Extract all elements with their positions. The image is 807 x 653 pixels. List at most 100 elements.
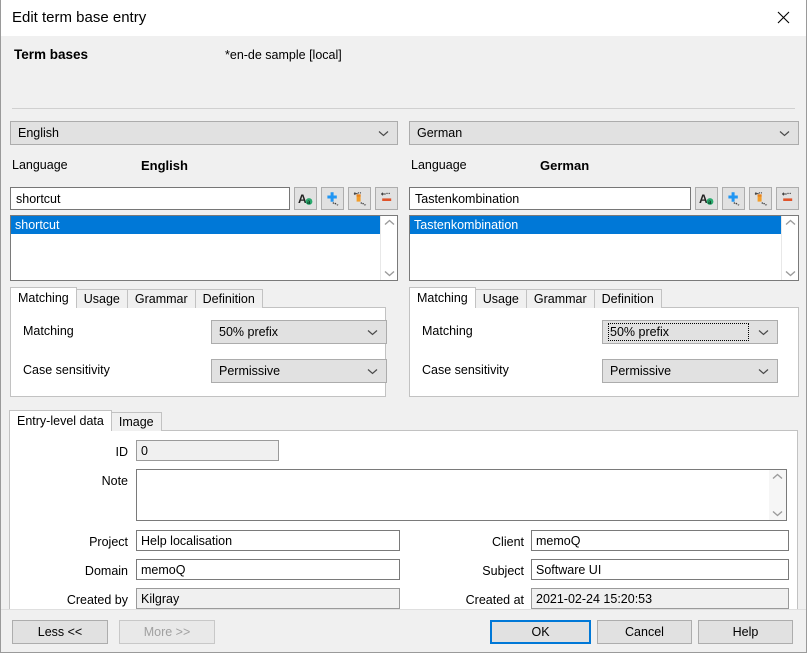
subject-field[interactable]: Software UI (531, 559, 789, 580)
target-add-term-button[interactable] (722, 187, 745, 210)
created-by-field: Kilgray (136, 588, 400, 609)
target-language-select[interactable]: German (409, 121, 799, 145)
more-button[interactable]: More >> (119, 620, 215, 644)
target-language-select-value: German (417, 126, 463, 140)
delete-term-icon (381, 192, 392, 201)
source-term-list[interactable]: shortcut (10, 215, 398, 281)
note-field[interactable] (136, 469, 787, 521)
scroll-down-icon[interactable] (785, 270, 796, 277)
font-formatting-icon: A a (298, 192, 313, 206)
target-font-formatting-button[interactable]: A a (695, 187, 718, 210)
scroll-up-icon[interactable] (785, 219, 796, 226)
domain-label: Domain (84, 564, 128, 578)
client-field[interactable]: memoQ (531, 530, 789, 551)
cancel-button[interactable]: Cancel (597, 620, 692, 644)
source-delete-term-button[interactable] (375, 187, 398, 210)
project-field[interactable]: Help localisation (136, 530, 400, 551)
target-case-sensitivity-label: Case sensitivity (422, 363, 509, 377)
domain-field[interactable]: memoQ (136, 559, 400, 580)
scroll-up-icon[interactable] (384, 219, 395, 226)
target-case-sensitivity-value: Permissive (610, 364, 672, 378)
dialog-body: Term bases *en-de sample [local] English… (1, 36, 806, 646)
target-insert-term-button[interactable] (749, 187, 772, 210)
client-label: Client (492, 535, 524, 549)
tab-image[interactable]: Image (110, 412, 162, 431)
source-term-input[interactable]: shortcut (10, 187, 290, 210)
target-matching-label: Matching (422, 324, 473, 338)
help-button[interactable]: Help (698, 620, 793, 644)
source-case-sensitivity-value: Permissive (219, 364, 281, 378)
target-tab-grammar[interactable]: Grammar (525, 289, 595, 308)
note-label: Note (101, 474, 128, 488)
subject-label: Subject (482, 564, 524, 578)
target-tab-definition[interactable]: Definition (593, 289, 662, 308)
insert-term-icon (754, 192, 768, 206)
svg-text:A: A (699, 192, 708, 206)
source-language-select[interactable]: English (10, 121, 398, 145)
target-delete-term-button[interactable] (776, 187, 799, 210)
source-language-pane: English Language English shortcut A a sh… (10, 121, 398, 397)
scroll-down-icon[interactable] (772, 510, 783, 517)
created-by-label: Created by (66, 593, 128, 607)
source-term-list-scrollbar[interactable] (380, 216, 397, 280)
source-case-sensitivity-label: Case sensitivity (23, 363, 110, 377)
source-case-sensitivity-select[interactable]: Permissive (211, 359, 387, 383)
chevron-down-icon (367, 325, 378, 339)
chevron-down-icon (378, 126, 389, 140)
list-item[interactable]: shortcut (11, 216, 380, 234)
created-at-label: Created at (465, 593, 524, 607)
header-divider (12, 108, 795, 109)
target-term-list-scrollbar[interactable] (781, 216, 798, 280)
less-button[interactable]: Less << (12, 620, 108, 644)
font-formatting-icon: A a (699, 192, 714, 206)
scroll-down-icon[interactable] (384, 270, 395, 277)
add-term-icon (327, 192, 339, 206)
source-tab-strip: Matching Usage Grammar Definition (10, 287, 398, 308)
target-matching-value: 50% prefix (608, 323, 749, 341)
target-case-sensitivity-select[interactable]: Permissive (602, 359, 778, 383)
term-bases-label: Term bases (14, 47, 89, 62)
list-item[interactable]: Tastenkombination (410, 216, 781, 234)
source-add-term-button[interactable] (321, 187, 344, 210)
source-tab-usage[interactable]: Usage (75, 289, 128, 308)
edit-term-base-entry-dialog: Edit term base entry Term bases *en-de s… (0, 0, 807, 653)
source-insert-term-button[interactable] (348, 187, 371, 210)
source-matching-select[interactable]: 50% prefix (211, 320, 387, 344)
target-term-list-items: Tastenkombination (410, 216, 781, 280)
source-language-label: Language (12, 158, 68, 172)
source-term-row: shortcut A a (10, 187, 398, 210)
target-term-list[interactable]: Tastenkombination (409, 215, 799, 281)
target-tab-matching[interactable]: Matching (409, 287, 476, 308)
ok-button[interactable]: OK (490, 620, 591, 644)
svg-text:A: A (298, 192, 307, 206)
note-text[interactable] (137, 470, 769, 520)
target-language-row: Language German (409, 158, 799, 176)
target-language-label: Language (411, 158, 467, 172)
target-language-pane: German Language German Tastenkombination… (409, 121, 799, 397)
source-tab-matching[interactable]: Matching (10, 287, 77, 308)
close-button[interactable] (760, 0, 806, 35)
title-bar: Edit term base entry (1, 0, 806, 36)
target-matching-select[interactable]: 50% prefix (602, 320, 778, 344)
entry-tab-strip: Entry-level data Image (9, 410, 162, 431)
target-matching-row: Matching 50% prefix (422, 320, 788, 344)
scroll-up-icon[interactable] (772, 473, 783, 480)
id-label: ID (115, 445, 129, 459)
source-tab-grammar[interactable]: Grammar (126, 289, 196, 308)
project-label: Project (89, 535, 128, 549)
target-term-input[interactable]: Tastenkombination (409, 187, 691, 210)
tab-entry-level-data[interactable]: Entry-level data (9, 410, 112, 431)
id-field: 0 (136, 440, 279, 461)
source-tab-definition[interactable]: Definition (194, 289, 263, 308)
target-tab-usage[interactable]: Usage (474, 289, 527, 308)
target-matching-panel: Matching 50% prefix Case sensitivity Per… (409, 307, 799, 397)
target-case-sensitivity-row: Case sensitivity Permissive (422, 359, 788, 383)
target-tab-strip: Matching Usage Grammar Definition (409, 287, 799, 308)
note-scrollbar[interactable] (769, 470, 786, 520)
close-icon (777, 11, 789, 24)
source-language-value: English (141, 158, 188, 173)
chevron-down-icon (758, 364, 769, 378)
chevron-down-icon (367, 364, 378, 378)
source-font-formatting-button[interactable]: A a (294, 187, 317, 210)
source-matching-value: 50% prefix (219, 325, 279, 339)
